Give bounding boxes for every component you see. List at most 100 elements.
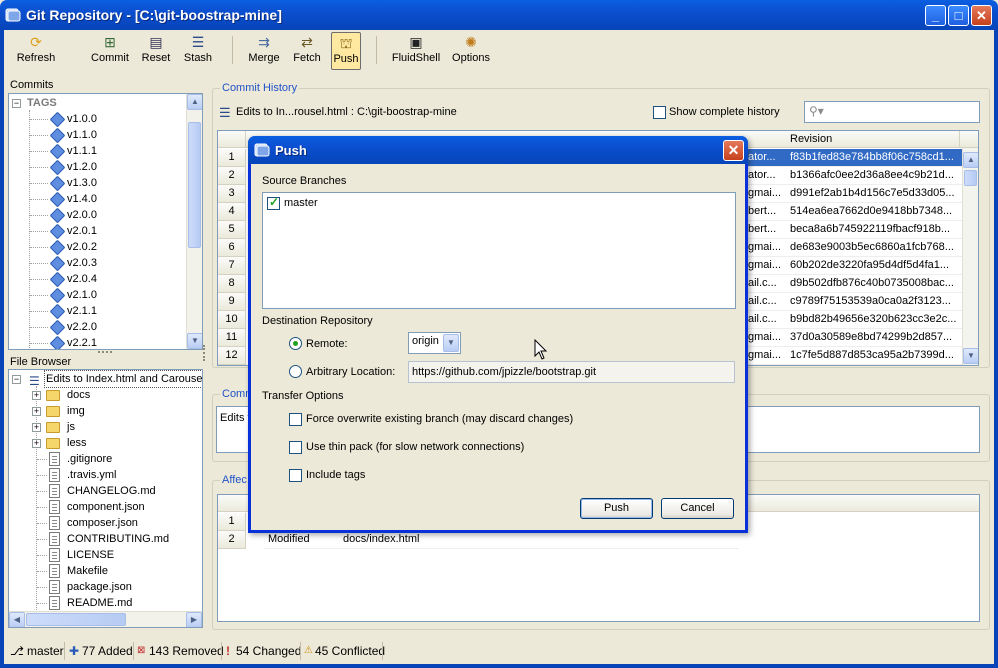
push-button[interactable]: Push: [580, 498, 653, 519]
scroll-thumb[interactable]: [26, 613, 126, 626]
push-toolbar-button[interactable]: ⛫ Push: [331, 32, 361, 70]
tag-item[interactable]: v1.2.0: [9, 159, 186, 176]
file-item[interactable]: package.json: [9, 579, 202, 595]
window-titlebar[interactable]: Git Repository - [C:\git-boostrap-mine] …: [0, 0, 998, 30]
revision-cell[interactable]: b9bd82b49656e320b623cc3e2c...: [786, 311, 962, 329]
history-scrollbar[interactable]: ▲ ▼: [962, 148, 978, 365]
tag-item[interactable]: v2.2.0: [9, 319, 186, 336]
fluidshell-button[interactable]: ▣ FluidShell: [390, 32, 442, 70]
expand-toggle[interactable]: +: [32, 439, 41, 448]
force-overwrite-checkbox[interactable]: [289, 413, 302, 426]
commit-button[interactable]: ⊞ Commit: [88, 32, 132, 70]
file-item[interactable]: CHANGELOG.md: [9, 483, 202, 499]
tag-item[interactable]: v2.0.1: [9, 223, 186, 240]
tag-item[interactable]: v1.0.0: [9, 111, 186, 128]
include-tags-checkbox[interactable]: [289, 469, 302, 482]
scroll-down-button[interactable]: ▼: [187, 333, 202, 349]
revision-cell[interactable]: 1c7fe5d887d853ca95a2b7399d...: [786, 347, 962, 365]
vertical-splitter[interactable]: [203, 345, 206, 361]
file-browser-hscroll[interactable]: ◀ ▶: [9, 611, 202, 627]
file-item[interactable]: LICENSE: [9, 547, 202, 563]
horizontal-splitter[interactable]: [98, 351, 112, 354]
expand-toggle[interactable]: +: [32, 423, 41, 432]
revision-column-header[interactable]: Revision: [786, 131, 960, 148]
revision-cell[interactable]: c9789f75153539a0ca0a2f3123...: [786, 293, 962, 311]
tag-item[interactable]: v1.1.1: [9, 143, 186, 160]
fetch-button[interactable]: ⇄ Fetch: [288, 32, 326, 70]
cancel-button[interactable]: Cancel: [661, 498, 734, 519]
commits-scrollbar[interactable]: ▲ ▼: [186, 94, 202, 349]
file-root-node[interactable]: − ☰ Edits to Index.html and Carouse: [9, 370, 202, 388]
source-branches-list[interactable]: master: [262, 192, 736, 309]
author-cell[interactable]: gmai...: [744, 329, 786, 347]
scroll-up-button[interactable]: ▲: [963, 152, 978, 168]
commits-tree[interactable]: − TAGS v1.0.0 v1.1.0 v1.1.1 v1.2.0 v1.3.0 v1.…: [8, 93, 203, 350]
scroll-thumb[interactable]: [188, 122, 201, 248]
author-cell[interactable]: gmai...: [744, 347, 786, 365]
author-cell[interactable]: ail.c...: [744, 311, 786, 329]
push-dialog-titlebar[interactable]: Push ✕: [248, 136, 748, 164]
tag-item[interactable]: v1.3.0: [9, 175, 186, 192]
scroll-thumb[interactable]: [964, 170, 977, 186]
author-cell[interactable]: ator...: [744, 149, 786, 167]
file-item[interactable]: .gitignore: [9, 451, 202, 467]
author-cell[interactable]: gmai...: [744, 239, 786, 257]
revision-cell[interactable]: beca8a6b745922119fbacf918b...: [786, 221, 962, 239]
maximize-button[interactable]: □: [948, 5, 969, 26]
author-cell[interactable]: gmai...: [744, 257, 786, 275]
folder-item[interactable]: + img: [9, 403, 202, 419]
thin-pack-checkbox[interactable]: [289, 441, 302, 454]
file-item[interactable]: composer.json: [9, 515, 202, 531]
file-path-cell[interactable]: docs/index.html: [339, 531, 739, 549]
arbitrary-location-radio[interactable]: [289, 365, 302, 378]
tag-item[interactable]: v1.1.0: [9, 127, 186, 144]
folder-item[interactable]: + less: [9, 435, 202, 451]
revision-cell[interactable]: 60b202de3220fa95d4df5d4fa1...: [786, 257, 962, 275]
remote-radio[interactable]: [289, 337, 302, 350]
tag-item[interactable]: v2.2.1: [9, 335, 186, 349]
tag-item[interactable]: v2.0.4: [9, 271, 186, 288]
collapse-toggle[interactable]: −: [12, 375, 21, 384]
search-input[interactable]: ⚲▾: [804, 101, 980, 123]
collapse-toggle[interactable]: −: [12, 99, 21, 108]
expand-toggle[interactable]: +: [32, 391, 41, 400]
minimize-button[interactable]: _: [925, 5, 946, 26]
close-dialog-button[interactable]: ✕: [723, 140, 744, 161]
file-browser-tree[interactable]: − ☰ Edits to Index.html and Carouse + doc…: [8, 369, 203, 628]
file-status-cell[interactable]: Modified: [264, 531, 344, 549]
revision-cell[interactable]: b1366afc0ee2d36a8ee4c9b21d...: [786, 167, 962, 185]
revision-cell[interactable]: de683e9003b5ec6860a1fcb768...: [786, 239, 962, 257]
file-item[interactable]: README.md: [9, 595, 202, 611]
arbitrary-location-input[interactable]: https://github.com/jpizzle/bootstrap.git: [408, 361, 735, 383]
scroll-down-button[interactable]: ▼: [963, 348, 978, 364]
scroll-right-button[interactable]: ▶: [186, 612, 202, 627]
tag-item[interactable]: v2.0.2: [9, 239, 186, 256]
tag-item[interactable]: v1.4.0: [9, 191, 186, 208]
author-cell[interactable]: bert...: [744, 221, 786, 239]
branch-master-checkbox[interactable]: [267, 195, 280, 210]
revision-cell[interactable]: d991ef2ab1b4d156c7e5d33d05...: [786, 185, 962, 203]
scroll-left-button[interactable]: ◀: [9, 612, 25, 627]
folder-item[interactable]: + docs: [9, 387, 202, 403]
remote-select[interactable]: origin ▼: [408, 332, 461, 354]
file-item[interactable]: CONTRIBUTING.md: [9, 531, 202, 547]
revision-cell[interactable]: f83b1fed83e784bb8f06c758cd1...: [786, 149, 962, 167]
tags-node[interactable]: − TAGS: [9, 95, 186, 111]
file-item[interactable]: .travis.yml: [9, 467, 202, 483]
folder-item[interactable]: + js: [9, 419, 202, 435]
author-cell[interactable]: ail.c...: [744, 293, 786, 311]
revision-cell[interactable]: d9b502dfb876c40b0735008bac...: [786, 275, 962, 293]
author-cell[interactable]: ail.c...: [744, 275, 786, 293]
author-cell[interactable]: bert...: [744, 203, 786, 221]
file-item[interactable]: Makefile: [9, 563, 202, 579]
options-button[interactable]: ✺ Options: [447, 32, 495, 70]
tag-item[interactable]: v2.0.0: [9, 207, 186, 224]
reset-button[interactable]: ▤ Reset: [137, 32, 175, 70]
merge-button[interactable]: ⇉ Merge: [244, 32, 284, 70]
tag-item[interactable]: v2.0.3: [9, 255, 186, 272]
author-cell[interactable]: gmai...: [744, 185, 786, 203]
chevron-down-icon[interactable]: ▼: [443, 334, 459, 352]
revision-cell[interactable]: 514ea6ea7662d0e9418bb7348...: [786, 203, 962, 221]
author-cell[interactable]: ator...: [744, 167, 786, 185]
close-window-button[interactable]: ✕: [971, 5, 992, 26]
